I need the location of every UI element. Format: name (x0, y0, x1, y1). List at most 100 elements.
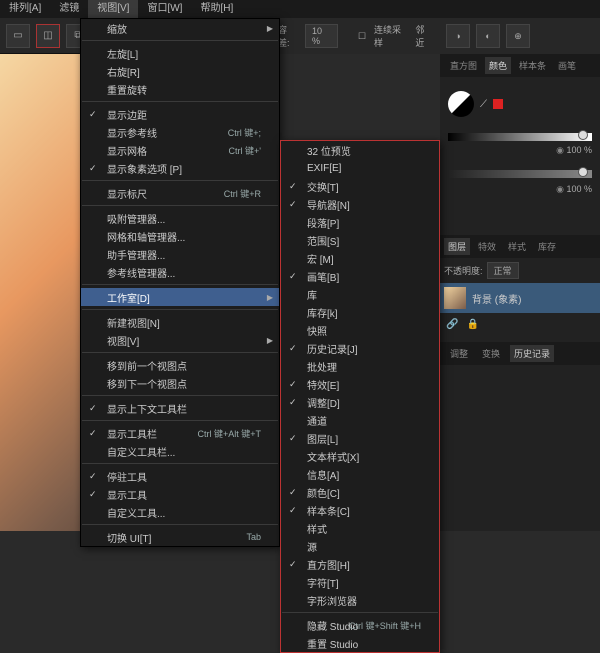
menu-item-label: 字形浏览器 (307, 593, 357, 608)
menu-item[interactable]: 吸附管理器... (81, 209, 279, 227)
slider-knob[interactable] (578, 130, 588, 140)
menu-item[interactable]: ✓历史记录[J] (281, 339, 439, 357)
menu-item[interactable]: 32 位预览 (281, 141, 439, 159)
shortcut: Ctrl 键+Shift 键+H (349, 619, 421, 632)
tool-button-2[interactable]: ◫ (36, 24, 60, 48)
menu-item[interactable]: ✓显示象素选项 [P] (81, 159, 279, 177)
secondary-slider[interactable] (448, 170, 592, 178)
menu-窗口[interactable]: 窗口[W] (138, 0, 191, 18)
tab-直方图[interactable]: 直方图 (446, 57, 481, 74)
menu-item[interactable]: 自定义工具... (81, 503, 279, 521)
menu-item-label: 重置 Studio (307, 636, 358, 651)
layer-thumbnail[interactable] (444, 287, 466, 309)
menu-item[interactable]: 字形浏览器 (281, 591, 439, 609)
menu-item[interactable]: 库存[k] (281, 303, 439, 321)
menu-item[interactable]: 文本样式[X] (281, 447, 439, 465)
tab-特效[interactable]: 特效 (474, 238, 500, 255)
menu-item[interactable]: 新建视图[N] (81, 313, 279, 331)
menu-item[interactable]: ✓调整[D] (281, 393, 439, 411)
tab-调整[interactable]: 调整 (446, 345, 472, 362)
tab-历史记录[interactable]: 历史记录 (510, 345, 554, 362)
foreground-background-swatch[interactable] (448, 91, 474, 117)
divider (82, 395, 278, 396)
menu-item[interactable]: 批处理 (281, 357, 439, 375)
tab-变换[interactable]: 变换 (478, 345, 504, 362)
menu-item[interactable]: ✓显示上下文工具栏 (81, 399, 279, 417)
menu-item[interactable]: 段落[P] (281, 213, 439, 231)
menu-item[interactable]: ✓停驻工具 (81, 467, 279, 485)
menu-item[interactable]: 库 (281, 285, 439, 303)
menu-item[interactable]: 工作室[D]▶ (81, 288, 279, 306)
menu-item[interactable]: 显示网格Ctrl 键+' (81, 141, 279, 159)
secondary-percent: 100 % (566, 184, 592, 194)
menu-item[interactable]: ✓显示工具栏Ctrl 键+Alt 键+T (81, 424, 279, 442)
menu-item[interactable]: ✓导航器[N] (281, 195, 439, 213)
tab-颜色[interactable]: 颜色 (485, 57, 511, 74)
menu-item[interactable]: ✓显示工具 (81, 485, 279, 503)
menu-item[interactable]: ✓样本条[C] (281, 501, 439, 519)
menu-item[interactable]: 视图[V]▶ (81, 331, 279, 349)
menu-item-label: 显示上下文工具栏 (107, 401, 187, 416)
menu-帮助[interactable]: 帮助[H] (191, 0, 242, 18)
menu-item[interactable]: 移到前一个视图点 (81, 356, 279, 374)
tool-button-1[interactable]: ▭ (6, 24, 30, 48)
eyedropper-icon[interactable]: ⟋ (480, 99, 487, 110)
menu-item[interactable]: 样式 (281, 519, 439, 537)
menu-item[interactable]: ✓特效[E] (281, 375, 439, 393)
menu-视图[interactable]: 视图[V] (88, 0, 138, 18)
tab-样本条[interactable]: 样本条 (515, 57, 550, 74)
menu-item-label: 段落[P] (307, 215, 339, 230)
menu-item-label: 样本条[C] (307, 503, 350, 518)
menu-item[interactable]: 网格和轴管理器... (81, 227, 279, 245)
menu-item[interactable]: 快照 (281, 321, 439, 339)
link-icon[interactable]: 🔗 (446, 319, 458, 330)
menu-item[interactable]: 显示标尺Ctrl 键+R (81, 184, 279, 202)
menu-滤镜[interactable]: 滤镜 (50, 0, 88, 18)
lock-icon[interactable]: 🔒 (466, 319, 478, 330)
menu-item[interactable]: ✓图层[L] (281, 429, 439, 447)
tab-图层[interactable]: 图层 (444, 238, 470, 255)
menu-item[interactable]: 重置旋转 (81, 80, 279, 98)
opacity-slider[interactable] (448, 133, 592, 141)
menu-item[interactable]: 移到下一个视图点 (81, 374, 279, 392)
menu-item[interactable]: 右旋[R] (81, 62, 279, 80)
menu-item[interactable]: 缩放▶ (81, 19, 279, 37)
layer-row[interactable]: 背景 (象素) (440, 283, 600, 313)
menu-item[interactable]: 自定义工具栏... (81, 442, 279, 460)
tab-画笔[interactable]: 画笔 (554, 57, 580, 74)
menu-item-label: 图层[L] (307, 431, 338, 446)
menu-item[interactable]: EXIF[E] (281, 159, 439, 177)
tab-样式[interactable]: 样式 (504, 238, 530, 255)
menu-item[interactable]: 助手管理器... (81, 245, 279, 263)
menu-item[interactable]: 隐藏 StudioCtrl 键+Shift 键+H (281, 616, 439, 634)
menu-item[interactable]: ✓颜色[C] (281, 483, 439, 501)
menu-item[interactable]: 左旋[L] (81, 44, 279, 62)
menu-item-label: 显示标尺 (107, 186, 147, 201)
menu-item[interactable]: 源 (281, 537, 439, 555)
opacity-label: 不透明度: (444, 264, 483, 277)
menu-item[interactable]: 通道 (281, 411, 439, 429)
slider-knob-2[interactable] (578, 167, 588, 177)
panel-tool-3[interactable]: ⊕ (506, 24, 530, 48)
menu-item-label: 直方图[H] (307, 557, 350, 572)
menu-item[interactable]: 范围[S] (281, 231, 439, 249)
tab-库存[interactable]: 库存 (534, 238, 560, 255)
menu-item[interactable]: 重置 Studio (281, 634, 439, 652)
menu-item[interactable]: ✓交换[T] (281, 177, 439, 195)
blend-mode-select[interactable]: 正常 (487, 262, 519, 279)
panel-tool-2[interactable]: ◐ (476, 24, 500, 48)
menu-item-label: 重置旋转 (107, 82, 147, 97)
menu-排列[interactable]: 排列[A] (0, 0, 50, 18)
tolerance-value[interactable]: 10 % (305, 24, 338, 48)
menu-item[interactable]: ✓画笔[B] (281, 267, 439, 285)
menu-item[interactable]: 参考线管理器... (81, 263, 279, 281)
red-swatch[interactable] (493, 99, 503, 109)
menu-item[interactable]: 字符[T] (281, 573, 439, 591)
menu-item[interactable]: 宏 [M] (281, 249, 439, 267)
panel-tool-1[interactable]: ◑ (446, 24, 470, 48)
menu-item[interactable]: ✓显示边距 (81, 105, 279, 123)
menu-item-label: 显示参考线 (107, 125, 157, 140)
menu-item[interactable]: 显示参考线Ctrl 键+; (81, 123, 279, 141)
menu-item[interactable]: 信息[A] (281, 465, 439, 483)
menu-item[interactable]: ✓直方图[H] (281, 555, 439, 573)
